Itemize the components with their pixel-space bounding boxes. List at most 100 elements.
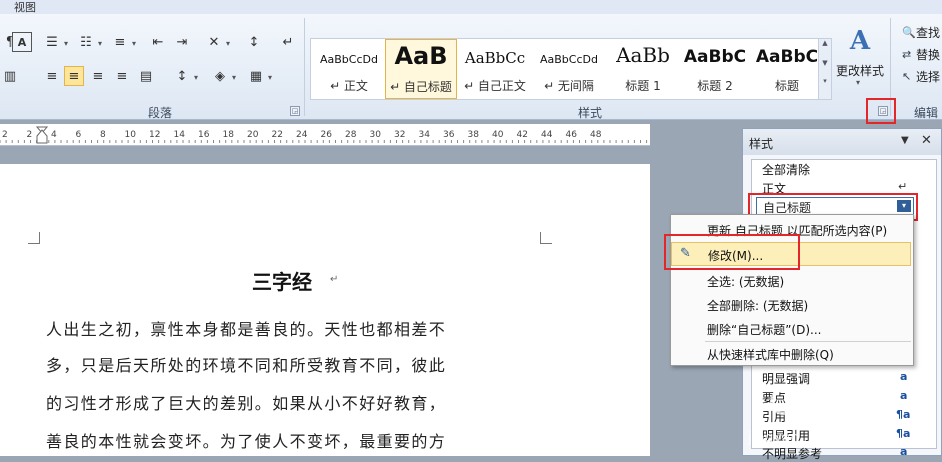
gallery-style-my-heading[interactable]: AaB ↵ 自己标题 bbox=[385, 39, 457, 99]
watermark-url: jingyan bbox=[748, 430, 800, 446]
decrease-indent-icon[interactable]: ⇤ bbox=[148, 32, 168, 52]
ruler-number: 12 bbox=[149, 130, 161, 140]
style-item-clear-all[interactable]: 全部清除 bbox=[762, 161, 810, 178]
indent-marker-icon[interactable] bbox=[35, 126, 49, 144]
document-title[interactable]: 三字经 bbox=[252, 266, 312, 295]
justify-icon[interactable]: ≡ bbox=[112, 66, 132, 86]
gallery-style-heading-2[interactable]: AaBbC 标题 2 bbox=[679, 39, 751, 99]
ruler-number: 6 bbox=[75, 130, 82, 140]
highlight-styles-launcher bbox=[866, 98, 896, 124]
replace-button[interactable]: 替换 bbox=[916, 46, 940, 63]
select-button[interactable]: 选择 bbox=[916, 68, 940, 85]
style-name: ↵ 自己正文 bbox=[464, 79, 526, 93]
character-style-mark-icon: a bbox=[900, 445, 908, 458]
pane-options-icon[interactable]: ▼ bbox=[901, 135, 909, 146]
pane-title: 样式 bbox=[749, 137, 774, 151]
pane-header: 样式 ▼ ✕ bbox=[743, 129, 941, 155]
menu-item-remove-from-gallery[interactable]: 从快速样式库中删除(Q) bbox=[707, 346, 834, 363]
line-spacing-2-icon[interactable]: ↕ bbox=[172, 66, 192, 86]
bullets-icon[interactable]: ☰ bbox=[42, 32, 62, 52]
watermark-logo: 经验 bbox=[770, 380, 852, 417]
ruler-number: 34 bbox=[418, 130, 430, 140]
show-marks-icon[interactable]: ↵ bbox=[278, 32, 298, 52]
ribbon-tab-bar: 视图 bbox=[0, 0, 942, 14]
gallery-scroll[interactable]: ▲ ▼ ▾ bbox=[818, 38, 832, 100]
replace-icon: ⇄ bbox=[902, 48, 912, 61]
change-styles-icon[interactable]: A bbox=[842, 26, 878, 60]
margin-corner-mark bbox=[28, 232, 40, 244]
gallery-more-icon[interactable]: ▾ bbox=[819, 77, 831, 85]
ruler-number: 22 bbox=[271, 130, 283, 140]
style-preview: AaBbCcDd bbox=[540, 53, 598, 66]
style-preview: AaBbC bbox=[755, 47, 819, 67]
gallery-style-no-spacing[interactable]: AaBbCcDd ↵ 无间隔 bbox=[533, 39, 605, 99]
sort-icon[interactable]: ↕ bbox=[244, 32, 264, 52]
gallery-style-heading-1[interactable]: AaBb 标题 1 bbox=[607, 39, 679, 99]
chinese-layout-icon[interactable]: ✕ bbox=[204, 32, 224, 52]
gallery-up-icon[interactable]: ▲ bbox=[819, 39, 831, 47]
menu-separator bbox=[705, 341, 911, 342]
style-name: 标题 bbox=[774, 79, 799, 93]
style-preview: AaBbC bbox=[683, 47, 747, 67]
menu-item-delete-all[interactable]: 全部删除: (无数据) bbox=[707, 297, 808, 314]
ruler-number: 10 bbox=[124, 130, 136, 140]
shading-dropdown-icon[interactable]: ▾ bbox=[232, 73, 236, 82]
document-line[interactable]: 多，只是后天所处的环境不同和所受教育不同，彼此 bbox=[46, 352, 446, 376]
ruler-number: 8 bbox=[100, 130, 106, 140]
tab-view[interactable]: 视图 bbox=[14, 0, 36, 15]
line-spacing-dropdown-icon[interactable]: ▾ bbox=[194, 73, 198, 82]
increase-indent-icon[interactable]: ⇥ bbox=[172, 32, 192, 52]
paragraph-style-mark-icon: ↵ bbox=[898, 180, 908, 193]
align-center-icon[interactable]: ≡ bbox=[64, 66, 84, 86]
bullets-dropdown-icon[interactable]: ▾ bbox=[64, 39, 68, 48]
borders-dropdown-icon[interactable]: ▾ bbox=[268, 73, 272, 82]
numbering-icon[interactable]: ☷ bbox=[76, 32, 96, 52]
align-left-icon[interactable]: ≡ bbox=[42, 66, 62, 86]
ruler-number: 48 bbox=[590, 130, 602, 140]
multilevel-dropdown-icon[interactable]: ▾ bbox=[132, 39, 136, 48]
gallery-down-icon[interactable]: ▼ bbox=[819, 59, 831, 67]
gallery-style-normal[interactable]: AaBbCcDd ↵ 正文 bbox=[313, 39, 385, 99]
ruler-number: 16 bbox=[198, 130, 210, 140]
change-styles-button[interactable]: 更改样式 bbox=[836, 62, 884, 79]
style-name: 标题 2 bbox=[697, 79, 733, 93]
horizontal-ruler[interactable]: 2 2 4 6 8 10 12 14 16 18 20 22 24 26 28 30 32 34 36 38 40 42 4… bbox=[0, 124, 650, 146]
group-label-styles: 样式 bbox=[578, 106, 603, 120]
gallery-style-title[interactable]: AaBbC 标题 bbox=[751, 39, 823, 99]
ruler-number: 42 bbox=[516, 130, 528, 140]
menu-item-delete-style[interactable]: 删除“自己标题”(D)... bbox=[707, 321, 821, 338]
find-button[interactable]: 查找 bbox=[916, 24, 940, 41]
group-label-paragraph: 段落 bbox=[148, 106, 173, 120]
close-icon[interactable]: ✕ bbox=[921, 133, 932, 148]
style-name: ↵ 自己标题 bbox=[390, 80, 452, 94]
ruler-number: 38 bbox=[467, 130, 479, 140]
distributed-icon[interactable]: ▤ bbox=[136, 66, 156, 86]
shading-icon[interactable]: ◈ bbox=[210, 66, 230, 86]
chinese-layout-dropdown-icon[interactable]: ▾ bbox=[226, 39, 230, 48]
gallery-style-my-body[interactable]: AaBbCc ↵ 自己正文 bbox=[459, 39, 531, 99]
ruler-number: 36 bbox=[443, 130, 455, 140]
ruler-number: 24 bbox=[296, 130, 308, 140]
document-line[interactable]: 人出生之初，禀性本身都是善良的。天性也都相差不 bbox=[46, 316, 446, 340]
text-direction-icon[interactable]: ▥ bbox=[0, 66, 20, 86]
find-icon: 🔍 bbox=[902, 26, 916, 39]
numbering-dropdown-icon[interactable]: ▾ bbox=[98, 39, 102, 48]
style-name: ↵ 正文 bbox=[330, 79, 368, 93]
char-border-icon[interactable]: A bbox=[12, 32, 32, 52]
document-line[interactable]: 的习性才形成了巨大的差别。如果从小不好好教育， bbox=[46, 390, 446, 414]
document-line[interactable]: 善良的本性就会变坏。为了使人不变坏，最重要的方 bbox=[46, 428, 446, 452]
style-item-subtle-reference[interactable]: 不明显参考 bbox=[762, 445, 822, 462]
menu-item-select-all[interactable]: 全选: (无数据) bbox=[707, 273, 784, 290]
ruler-number: 26 bbox=[320, 130, 332, 140]
change-styles-dropdown-icon[interactable]: ▾ bbox=[856, 78, 860, 87]
ruler-number: 14 bbox=[173, 130, 185, 140]
borders-icon[interactable]: ▦ bbox=[246, 66, 266, 86]
multilevel-list-icon[interactable]: ≡ bbox=[110, 32, 130, 52]
align-right-icon[interactable]: ≡ bbox=[88, 66, 108, 86]
style-preview: AaBb bbox=[616, 43, 670, 67]
margin-corner-mark bbox=[540, 232, 552, 244]
select-icon: ↖ bbox=[902, 70, 912, 83]
paragraph-launcher-icon[interactable]: ◲ bbox=[290, 106, 300, 116]
ruler-number: 46 bbox=[565, 130, 577, 140]
ruler-number: 32 bbox=[394, 130, 406, 140]
